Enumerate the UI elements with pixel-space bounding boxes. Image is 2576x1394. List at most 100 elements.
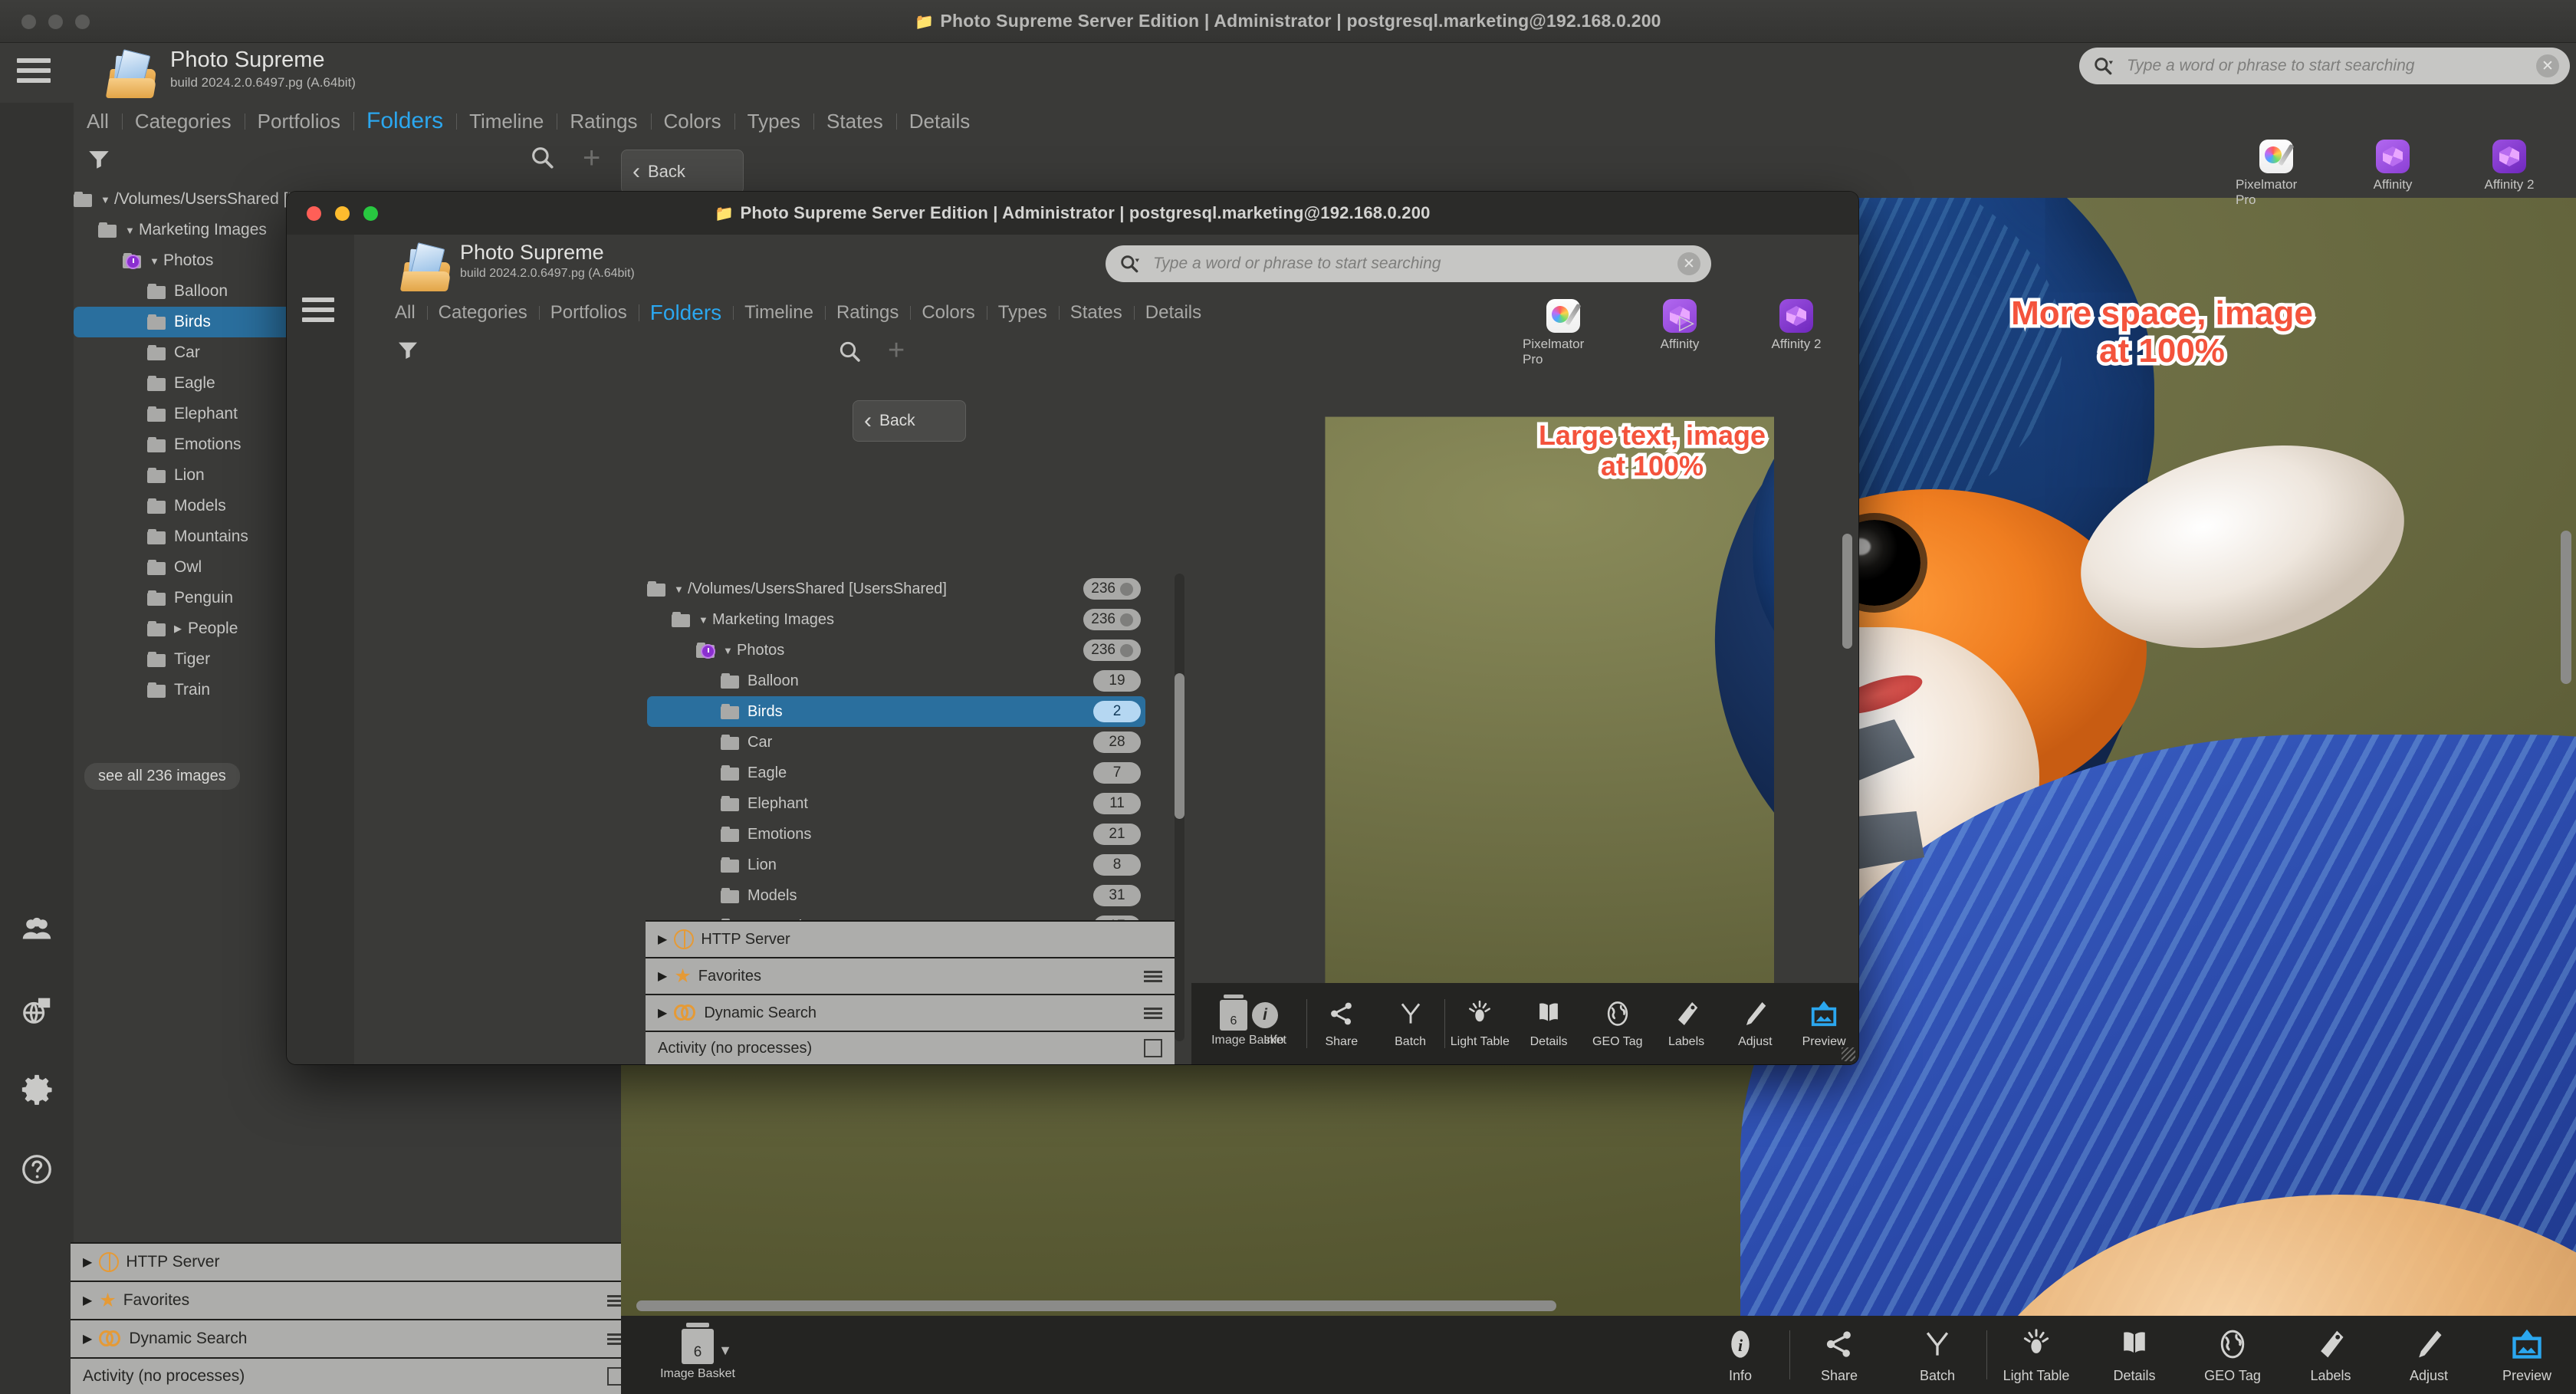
secondary-image-viewport[interactable] [1191,390,1774,1064]
toolbar-item-details[interactable]: Details [2085,1316,2183,1394]
close-button[interactable] [21,14,36,29]
main-app-shortcuts[interactable]: Pixelmator Pro Affinity Affinity 2 [2236,140,2550,208]
viewport-vertical-scrollbar[interactable] [2561,201,2571,1083]
disclosure-icon[interactable]: ▼ [125,225,139,236]
toolbar-item-share[interactable]: Share [1307,983,1376,1064]
see-all-images-button[interactable]: see all 236 images [84,763,240,790]
app-shortcut-pixelmator-pro[interactable]: Pixelmator Pro [1523,299,1604,367]
toolbar-item-share[interactable]: Share [1790,1316,1888,1394]
expand-activity-icon[interactable] [1144,1039,1162,1057]
expand-triangle-icon[interactable]: ▶ [83,1254,92,1270]
toolbar-item-details[interactable]: Details [1514,983,1583,1064]
disclosure-icon[interactable]: ▼ [100,194,114,205]
panel-dynamic-search[interactable]: ▶ Dynamic Search [646,994,1175,1031]
main-traffic-lights[interactable] [21,0,90,43]
info-icon[interactable]: i [1252,1002,1278,1028]
toolbar-item-adjust[interactable]: Adjust [2380,1316,2478,1394]
main-search-input[interactable]: Type a word or phrase to start searching… [2079,48,2570,84]
chevron-down-icon[interactable]: ▼ [718,1343,732,1359]
tab-states[interactable]: States [1058,302,1134,324]
image-basket-button[interactable]: 6 ▼ Image Basket [621,1316,774,1394]
toolbar-item-geo-tag[interactable]: GEO Tag [2183,1316,2282,1394]
tab-ratings[interactable]: Ratings [824,302,910,324]
people-icon[interactable] [18,911,56,949]
tab-timeline[interactable]: Timeline [733,302,825,324]
toolbar-item-labels[interactable]: Labels [2282,1316,2380,1394]
minimize-button[interactable] [48,14,63,29]
minimize-button[interactable] [335,205,350,221]
viewport-horizontal-scrollbar[interactable] [636,1300,2561,1311]
secondary-vertical-scrollbar[interactable] [1842,396,1852,1064]
panel-menu-icon[interactable] [1144,970,1162,982]
tab-portfolios[interactable]: Portfolios [244,110,353,133]
tab-all[interactable]: All [383,302,427,324]
expand-triangle-icon[interactable]: ▶ [658,1005,667,1021]
secondary-traffic-lights[interactable] [307,192,378,235]
panel-menu-icon[interactable] [1144,1007,1162,1019]
main-back-button[interactable]: ‹ Back [621,150,744,194]
panel-http-server[interactable]: ▶ HTTP Server [646,920,1175,957]
secondary-window[interactable]: 📁 Photo Supreme Server Edition | Administ… [287,192,1858,1064]
disclosure-icon[interactable]: ▼ [674,584,688,595]
expand-triangle-icon[interactable]: ▶ [658,932,667,947]
main-menu-button[interactable] [17,58,51,83]
secondary-back-button[interactable]: ‹ Back [853,400,966,442]
toolbar-item-labels[interactable]: Labels [1652,983,1721,1064]
tab-portfolios[interactable]: Portfolios [538,302,639,324]
panel-dynamic-search[interactable]: ▶ Dynamic Search [71,1319,638,1357]
tab-folders[interactable]: Folders [353,108,456,134]
toolbar-item-adjust[interactable]: Adjust [1720,983,1789,1064]
tree-row-volume[interactable]: ▼ /Volumes/UsersShared [UsersShared] 236 [647,574,1145,604]
panel-favorites[interactable]: ▶ ★ Favorites [71,1281,638,1319]
tree-row-lion[interactable]: Lion 8 [647,850,1145,880]
toolbar-item-preview[interactable]: Preview [2478,1316,2576,1394]
disclosure-icon[interactable]: ▼ [723,645,737,656]
panel-http-server[interactable]: ▶ HTTP Server [71,1242,638,1281]
tree-row-balloon[interactable]: Balloon 19 [647,666,1145,696]
secondary-add-folder-icon[interactable]: + [888,336,905,365]
tab-details[interactable]: Details [895,110,983,133]
tab-ratings[interactable]: Ratings [557,110,650,133]
clear-search-icon[interactable]: ✕ [2536,54,2559,77]
tree-search-icon[interactable] [529,144,555,170]
secondary-tree-search-icon[interactable] [837,339,862,363]
toolbar-item-geo-tag[interactable]: GEO Tag [1583,983,1652,1064]
toolbar-item-batch[interactable]: Batch [1888,1316,1986,1394]
secondary-search-wrap[interactable]: Type a word or phrase to start searching… [1106,245,1711,282]
tab-categories[interactable]: Categories [426,302,539,324]
tab-details[interactable]: Details [1133,302,1213,324]
toolbar-item-info[interactable]: i Info [1691,1316,1789,1394]
secondary-search-input[interactable]: Type a word or phrase to start searching… [1106,245,1711,282]
clear-search-icon[interactable]: ✕ [1677,252,1700,275]
app-shortcut-pixelmator-pro[interactable]: Pixelmator Pro [2236,140,2317,208]
toolbar-item-light-table[interactable]: Light Table [1445,983,1514,1064]
zoom-button[interactable] [363,205,378,221]
tree-row-emotions[interactable]: Emotions 21 [647,819,1145,850]
expand-triangle-icon[interactable]: ▶ [658,968,667,984]
tab-types[interactable]: Types [986,302,1059,324]
disclosure-icon[interactable]: ▼ [150,255,163,267]
tab-timeline[interactable]: Timeline [456,110,557,133]
zoom-button[interactable] [75,14,90,29]
tab-folders[interactable]: Folders [638,301,733,325]
filter-funnel-icon[interactable] [396,337,420,362]
help-icon[interactable] [18,1150,56,1189]
app-shortcut-affinity[interactable]: Affinity [2352,140,2433,208]
main-search-wrap[interactable]: Type a word or phrase to start searching… [2079,48,2570,84]
disclosure-icon[interactable]: ▼ [698,614,712,626]
secondary-tab-bar[interactable]: All Categories Portfolios Folders Timeli… [383,298,1213,328]
expand-triangle-icon[interactable]: ▶ [83,1331,92,1346]
toolbar-item-light-table[interactable]: Light Table [1987,1316,2085,1394]
tree-row-photos[interactable]: ▼ Photos 236 [647,635,1145,666]
secondary-menu-button[interactable] [302,298,334,322]
resize-grip[interactable] [1842,1047,1855,1061]
tab-colors[interactable]: Colors [650,110,734,133]
tree-row-marketing-images[interactable]: ▼ Marketing Images 236 [647,604,1145,635]
app-shortcut-affinity-2[interactable]: Affinity 2 [1756,299,1837,367]
tab-categories[interactable]: Categories [121,110,245,133]
tree-row-elephant[interactable]: Elephant 11 [647,788,1145,819]
gear-icon[interactable] [18,1070,56,1109]
disclosure-icon[interactable]: ▶ [174,623,188,635]
web-gallery-icon[interactable] [18,991,56,1029]
panel-favorites[interactable]: ▶ ★ Favorites [646,957,1175,994]
